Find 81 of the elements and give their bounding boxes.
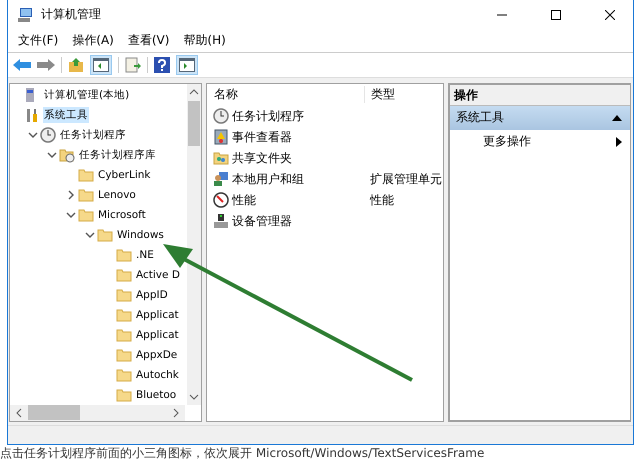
menu-item[interactable]: 帮助(H) xyxy=(183,32,226,50)
expanded-chevron-icon[interactable] xyxy=(47,150,57,160)
menu-item[interactable]: 文件(F) xyxy=(18,32,58,50)
folder-icon xyxy=(116,286,132,303)
folder-icon xyxy=(78,206,94,223)
type-text: 扩展管理单元 xyxy=(369,170,442,188)
folder-icon xyxy=(116,346,132,363)
tree-item[interactable]: Autochk xyxy=(135,368,180,382)
vertical-scrollbar[interactable] xyxy=(187,84,201,405)
folder-up-icon[interactable] xyxy=(68,56,84,73)
tree-item[interactable]: Windows xyxy=(116,228,165,242)
expanded-chevron-icon[interactable] xyxy=(85,230,95,240)
help-icon[interactable] xyxy=(154,56,170,73)
menu-item[interactable]: 查看(V) xyxy=(128,32,170,50)
event-log-icon xyxy=(213,129,229,146)
scroll-up-icon[interactable] xyxy=(189,88,199,95)
submenu-arrow-icon[interactable] xyxy=(616,136,622,147)
collapse-arrow-icon[interactable] xyxy=(612,114,622,121)
list-item[interactable]: 性能 xyxy=(232,192,256,209)
export-list-icon[interactable] xyxy=(125,56,141,73)
type-text: 性能 xyxy=(368,192,394,209)
actions-section[interactable]: 系统工具 xyxy=(450,106,630,130)
scroll-left-icon[interactable] xyxy=(16,408,22,418)
tree-item[interactable]: Microsoft xyxy=(97,208,147,222)
folder-icon xyxy=(116,246,132,263)
folder-icon xyxy=(116,386,132,403)
tree-item[interactable]: Applicat xyxy=(135,328,180,342)
folder-icon xyxy=(97,226,113,243)
expanded-chevron-icon[interactable] xyxy=(28,130,38,140)
tree-item[interactable]: CyberLink xyxy=(97,168,152,182)
scroll-thumb[interactable] xyxy=(28,405,80,420)
clock-icon xyxy=(213,108,229,124)
horizontal-scrollbar[interactable] xyxy=(10,404,185,421)
tree-item[interactable]: 系统工具 xyxy=(43,106,89,123)
action-pane-icon[interactable] xyxy=(176,54,198,75)
collapsed-chevron-icon[interactable] xyxy=(66,190,76,200)
forward-icon[interactable] xyxy=(37,58,55,72)
folder-icon xyxy=(116,326,132,343)
list-item[interactable]: 任务计划程序 xyxy=(232,108,304,125)
clock-icon xyxy=(40,126,56,143)
list-item[interactable]: 设备管理器 xyxy=(232,212,292,230)
page-text: 点击任务计划程序前面的小三角图标，依次展开 Microsoft/Windows/TextServicesFrame xyxy=(0,446,484,460)
window-title: 计算机管理 xyxy=(41,6,101,24)
column-header[interactable]: 名称 xyxy=(207,86,365,104)
scroll-right-icon[interactable] xyxy=(173,408,179,418)
list-item[interactable]: 本地用户和组 xyxy=(232,170,304,188)
console-tree-icon[interactable] xyxy=(90,54,112,75)
action-link[interactable]: 更多操作 xyxy=(483,133,531,150)
folder-icon xyxy=(78,186,94,203)
scroll-thumb[interactable] xyxy=(188,100,200,146)
tree-item[interactable]: Lenovo xyxy=(97,188,137,202)
tree-item[interactable]: AppID xyxy=(135,288,169,302)
maximize-icon[interactable] xyxy=(551,10,561,20)
folder-clock-icon xyxy=(59,146,75,163)
back-icon[interactable] xyxy=(13,58,31,72)
tree-item[interactable]: 计算机管理(本地) xyxy=(43,86,130,103)
folder-icon xyxy=(116,366,132,383)
tree-item[interactable]: Applicat xyxy=(135,308,180,322)
tree-item[interactable]: Bluetoo xyxy=(135,388,178,402)
folder-icon xyxy=(116,266,132,283)
folder-icon xyxy=(78,166,94,183)
tree-item[interactable]: AppxDe xyxy=(135,348,178,362)
tree-item[interactable]: 任务计划程序库 xyxy=(78,146,157,163)
scroll-down-icon[interactable] xyxy=(189,394,199,400)
expanded-chevron-icon[interactable] xyxy=(66,210,76,220)
tree-item[interactable]: .NE xyxy=(135,248,155,262)
menu-item[interactable]: 操作(A) xyxy=(72,32,114,50)
users-icon xyxy=(213,171,229,188)
tools-icon xyxy=(24,106,40,123)
list-item[interactable]: 共享文件夹 xyxy=(232,150,292,167)
device-icon xyxy=(213,213,229,230)
list-item[interactable]: 事件查看器 xyxy=(232,128,292,146)
shared-folder-icon xyxy=(213,150,229,166)
column-header[interactable]: 类型 xyxy=(365,86,395,104)
gauge-icon xyxy=(213,192,229,208)
tree-item[interactable]: Active D xyxy=(135,268,181,282)
folder-icon xyxy=(116,306,132,323)
tree-item[interactable]: 任务计划程序 xyxy=(59,126,127,143)
close-icon[interactable] xyxy=(605,10,615,20)
actions-header: 操作 xyxy=(450,84,630,106)
computer-icon xyxy=(17,6,33,23)
